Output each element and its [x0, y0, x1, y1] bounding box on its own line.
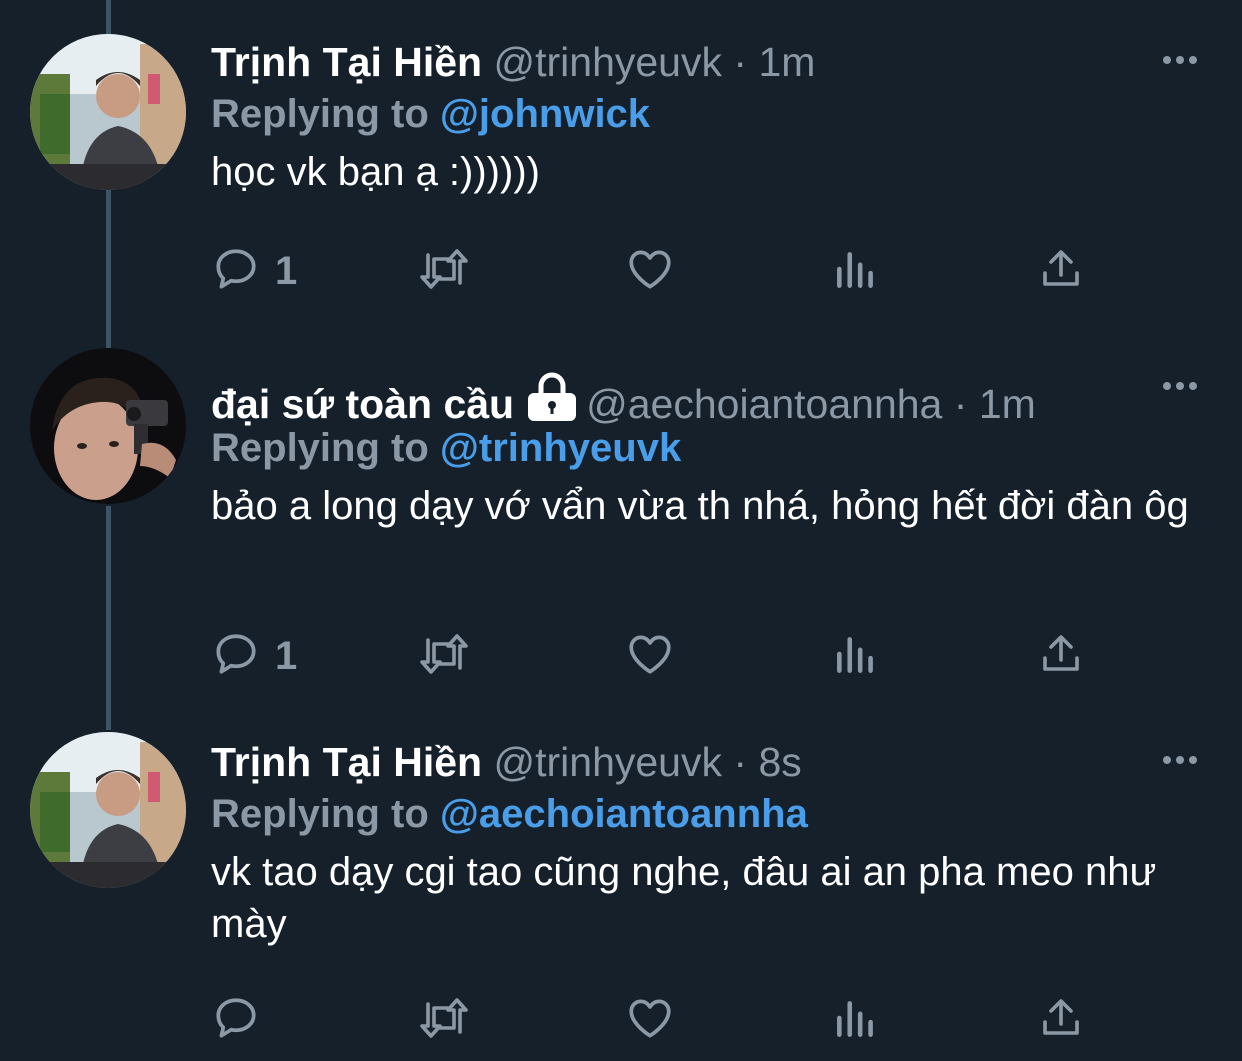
- analytics-button[interactable]: [833, 626, 879, 686]
- timestamp[interactable]: 8s: [758, 739, 801, 785]
- retweet-icon: [416, 993, 472, 1048]
- tweet[interactable]: đại sứ toàn cầu @aechoiantoannha · 1m Rep…: [0, 340, 1242, 720]
- replying-to-handle[interactable]: @johnwick: [440, 92, 650, 136]
- avatar[interactable]: [30, 34, 186, 190]
- more-options-icon[interactable]: [1158, 372, 1202, 412]
- separator-dot: ·: [953, 381, 968, 427]
- heart-icon: [625, 993, 675, 1048]
- user-handle[interactable]: @trinhyeuvk: [494, 739, 722, 785]
- retweet-icon: [416, 629, 472, 684]
- analytics-button[interactable]: [833, 241, 879, 301]
- separator-dot: ·: [733, 39, 748, 85]
- tweet-actions: [211, 990, 1111, 1050]
- share-icon: [1037, 629, 1085, 684]
- lock-icon: [524, 372, 580, 432]
- display-name[interactable]: Trịnh Tại Hiền: [211, 39, 482, 85]
- tweet-header: đại sứ toàn cầu @aechoiantoannha · 1m: [211, 372, 1036, 432]
- speech-bubble-icon: [211, 244, 261, 299]
- tweet[interactable]: Trịnh Tại Hiền @trinhyeuvk · 8s Replying…: [0, 720, 1242, 1061]
- avatar[interactable]: [30, 732, 186, 888]
- reply-button[interactable]: 1: [211, 626, 297, 686]
- separator-dot: ·: [733, 739, 748, 785]
- display-name[interactable]: Trịnh Tại Hiền: [211, 739, 482, 785]
- avatar[interactable]: [30, 348, 186, 504]
- replying-to: Replying to @johnwick: [211, 90, 650, 138]
- replying-to-handle[interactable]: @aechoiantoannha: [440, 792, 808, 836]
- tweet-header: Trịnh Tại Hiền @trinhyeuvk · 8s: [211, 738, 802, 786]
- replying-to: Replying to @trinhyeuvk: [211, 424, 681, 472]
- retweet-icon: [416, 244, 472, 299]
- retweet-button[interactable]: [416, 990, 472, 1050]
- speech-bubble-icon: [211, 629, 261, 684]
- timestamp[interactable]: 1m: [979, 381, 1036, 427]
- tweet-header: Trịnh Tại Hiền @trinhyeuvk · 1m: [211, 38, 815, 86]
- reply-count: 1: [275, 248, 298, 293]
- analytics-button[interactable]: [833, 990, 879, 1050]
- tweet-actions: 1: [211, 241, 1111, 301]
- bar-chart-icon: [833, 244, 879, 299]
- like-button[interactable]: [625, 241, 675, 301]
- bar-chart-icon: [833, 993, 879, 1048]
- tweet-text: học vk bạn ạ :)))))): [211, 150, 540, 194]
- user-handle[interactable]: @trinhyeuvk: [494, 39, 722, 85]
- tweet-text: bảo a long dạy vớ vẩn vừa th nhá, hỏng h…: [211, 484, 1189, 528]
- more-options-icon[interactable]: [1158, 38, 1202, 78]
- retweet-button[interactable]: [416, 241, 472, 301]
- like-button[interactable]: [625, 990, 675, 1050]
- tweet-actions: 1: [211, 626, 1111, 686]
- like-button[interactable]: [625, 626, 675, 686]
- more-options-icon[interactable]: [1158, 738, 1202, 778]
- reply-count: 1: [275, 633, 298, 678]
- bar-chart-icon: [833, 629, 879, 684]
- timestamp[interactable]: 1m: [758, 39, 815, 85]
- reply-button[interactable]: 1: [211, 241, 297, 301]
- tweet[interactable]: Trịnh Tại Hiền @trinhyeuvk · 1m Replying…: [0, 0, 1242, 340]
- share-icon: [1037, 993, 1085, 1048]
- heart-icon: [625, 244, 675, 299]
- heart-icon: [625, 629, 675, 684]
- replying-to: Replying to @aechoiantoannha: [211, 790, 808, 838]
- share-button[interactable]: [1037, 990, 1085, 1050]
- replying-to-label: Replying to: [211, 92, 429, 136]
- user-handle[interactable]: @aechoiantoannha: [586, 381, 942, 427]
- tweet-text: vk tao dạy cgi tao cũng nghe, đâu ai an …: [211, 850, 1157, 946]
- share-button[interactable]: [1037, 241, 1085, 301]
- share-icon: [1037, 244, 1085, 299]
- display-name[interactable]: đại sứ toàn cầu: [211, 381, 514, 427]
- replying-to-handle[interactable]: @trinhyeuvk: [440, 426, 681, 470]
- reply-button[interactable]: [211, 990, 275, 1050]
- speech-bubble-icon: [211, 993, 261, 1048]
- replying-to-label: Replying to: [211, 426, 429, 470]
- retweet-button[interactable]: [416, 626, 472, 686]
- replying-to-label: Replying to: [211, 792, 429, 836]
- share-button[interactable]: [1037, 626, 1085, 686]
